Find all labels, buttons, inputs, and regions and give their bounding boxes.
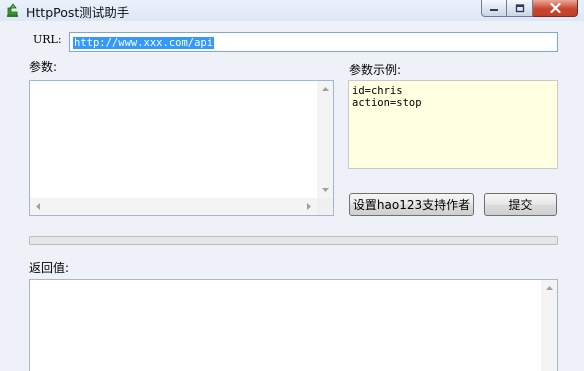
- minimize-button[interactable]: [481, 0, 507, 17]
- example-box: id=chris action=stop: [348, 80, 558, 169]
- close-icon: [549, 3, 561, 13]
- support-author-button[interactable]: 设置hao123支持作者: [349, 193, 474, 216]
- scroll-up-icon[interactable]: [317, 81, 333, 97]
- result-textarea[interactable]: [29, 279, 558, 371]
- window-title: HttpPost测试助手: [26, 5, 130, 20]
- minimize-icon: [490, 9, 498, 11]
- maximize-icon: [515, 3, 524, 12]
- app-icon: [7, 3, 18, 17]
- scroll-down-icon[interactable]: [317, 182, 333, 198]
- result-vertical-scrollbar[interactable]: [541, 280, 557, 371]
- scroll-left-icon[interactable]: [30, 198, 46, 214]
- window-controls: [481, 0, 578, 17]
- example-label: 参数示例:: [349, 63, 402, 77]
- progress-bar: [29, 236, 558, 245]
- url-value: http://www.xxx.com/api: [73, 37, 215, 49]
- title-bar[interactable]: HttpPost测试助手: [0, 0, 584, 21]
- result-text: [30, 280, 557, 286]
- params-text: [30, 81, 333, 87]
- submit-button[interactable]: 提交: [484, 193, 557, 216]
- scrollbar-corner: [317, 198, 333, 215]
- params-textarea[interactable]: [29, 80, 334, 216]
- example-content: id=chris action=stop: [352, 85, 422, 109]
- params-label: 参数:: [29, 60, 58, 74]
- scroll-up-icon[interactable]: [541, 280, 557, 296]
- close-button[interactable]: [533, 0, 578, 17]
- maximize-button[interactable]: [507, 0, 533, 17]
- scroll-right-icon[interactable]: [301, 198, 317, 214]
- url-label: URL:: [33, 33, 62, 46]
- params-vertical-scrollbar[interactable]: [317, 81, 333, 198]
- result-label: 返回值:: [29, 261, 70, 275]
- url-input[interactable]: http://www.xxx.com/api: [69, 32, 558, 52]
- params-horizontal-scrollbar[interactable]: [30, 198, 317, 215]
